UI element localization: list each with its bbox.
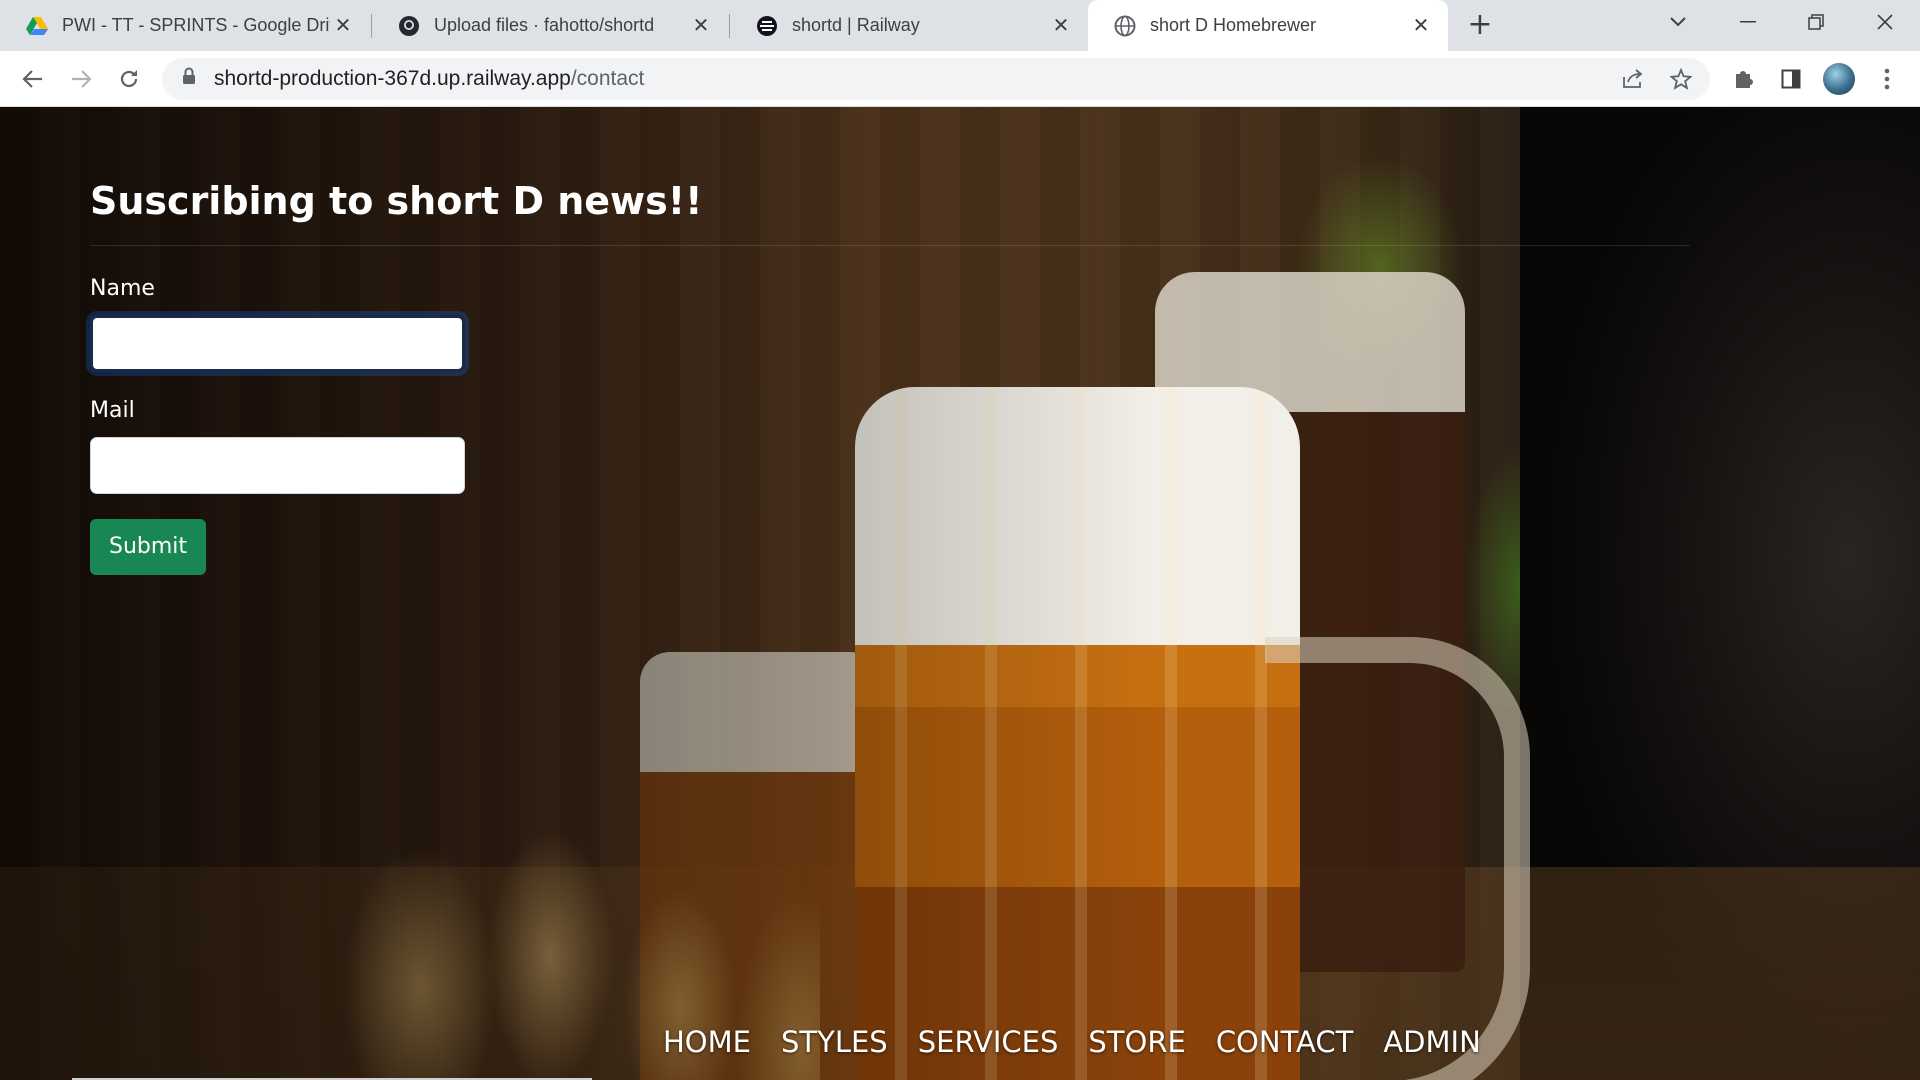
name-field[interactable] <box>90 315 465 372</box>
back-button[interactable] <box>16 62 50 96</box>
globe-icon <box>1114 15 1136 37</box>
chevron-down-icon <box>1670 17 1686 27</box>
share-icon[interactable] <box>1616 62 1650 96</box>
menu-button[interactable] <box>1870 62 1904 96</box>
close-window-button[interactable] <box>1857 0 1913 44</box>
close-icon[interactable]: ✕ <box>330 13 356 39</box>
mail-field[interactable] <box>90 437 465 494</box>
reload-icon <box>120 70 138 88</box>
tab-search-button[interactable] <box>1650 0 1706 44</box>
nav-admin[interactable]: ADMIN <box>1383 1025 1480 1059</box>
nav-styles[interactable]: STYLES <box>781 1025 888 1059</box>
mail-label: Mail <box>90 398 135 423</box>
github-icon <box>398 15 420 37</box>
close-icon[interactable]: ✕ <box>688 13 714 39</box>
side-panel-icon[interactable] <box>1774 62 1808 96</box>
arrow-left-icon <box>22 70 42 88</box>
nav-services[interactable]: SERVICES <box>918 1025 1059 1059</box>
restore-button[interactable] <box>1788 0 1844 44</box>
address-bar[interactable]: shortd-production-367d.up.railway.app/co… <box>162 58 1710 100</box>
submit-button[interactable]: Submit <box>90 519 207 575</box>
minimize-button[interactable] <box>1720 0 1776 44</box>
main-nav: HOME STYLES SERVICES STORE CONTACT ADMIN <box>663 1025 1481 1059</box>
minimize-icon <box>1740 21 1756 23</box>
tab-railway[interactable]: shortd | Railway ✕ <box>730 0 1088 51</box>
background-glass <box>640 652 880 1080</box>
google-drive-icon <box>26 15 48 37</box>
arrow-right-icon <box>72 70 92 88</box>
background-mug-handle <box>1265 637 1530 1080</box>
avatar <box>1823 63 1855 95</box>
profile-avatar[interactable] <box>1822 62 1856 96</box>
name-label: Name <box>90 276 155 301</box>
url-path: /contact <box>570 67 645 90</box>
more-vert-icon <box>1884 68 1890 90</box>
tab-strip: PWI - TT - SPRINTS - Google Driv ✕ Uploa… <box>0 0 1920 51</box>
close-icon <box>1877 14 1893 30</box>
tab-title: short D Homebrewer <box>1150 15 1317 35</box>
tab-google-drive[interactable]: PWI - TT - SPRINTS - Google Driv ✕ <box>0 0 370 51</box>
browser-toolbar: shortd-production-367d.up.railway.app/co… <box>0 51 1920 107</box>
lock-icon[interactable] <box>182 67 196 91</box>
forward-button[interactable] <box>64 62 98 96</box>
extensions-icon[interactable] <box>1726 62 1760 96</box>
contact-form: Suscribing to short D news!! Name Mail S… <box>90 179 1690 575</box>
tab-short-d-homebrewer[interactable]: short D Homebrewer ✕ <box>1088 0 1448 51</box>
star-icon[interactable] <box>1664 62 1698 96</box>
tab-title: Upload files · fahotto/shortd <box>434 15 655 35</box>
railway-icon <box>756 15 778 37</box>
tab-github[interactable]: Upload files · fahotto/shortd ✕ <box>372 0 728 51</box>
close-icon[interactable]: ✕ <box>1048 13 1074 39</box>
tab-title: shortd | Railway <box>792 15 920 35</box>
nav-contact[interactable]: CONTACT <box>1216 1025 1354 1059</box>
close-icon[interactable]: ✕ <box>1408 13 1434 39</box>
reload-button[interactable] <box>112 62 146 96</box>
new-tab-button[interactable]: + <box>1464 10 1496 42</box>
nav-home[interactable]: HOME <box>663 1025 751 1059</box>
restore-icon <box>1808 14 1824 30</box>
url-host: shortd-production-367d.up.railway.app <box>214 67 571 90</box>
tab-title: PWI - TT - SPRINTS - Google Driv <box>62 15 330 35</box>
page-title: Suscribing to short D news!! <box>90 179 1690 246</box>
nav-store[interactable]: STORE <box>1088 1025 1185 1059</box>
page-viewport: Suscribing to short D news!! Name Mail S… <box>0 107 1920 1080</box>
